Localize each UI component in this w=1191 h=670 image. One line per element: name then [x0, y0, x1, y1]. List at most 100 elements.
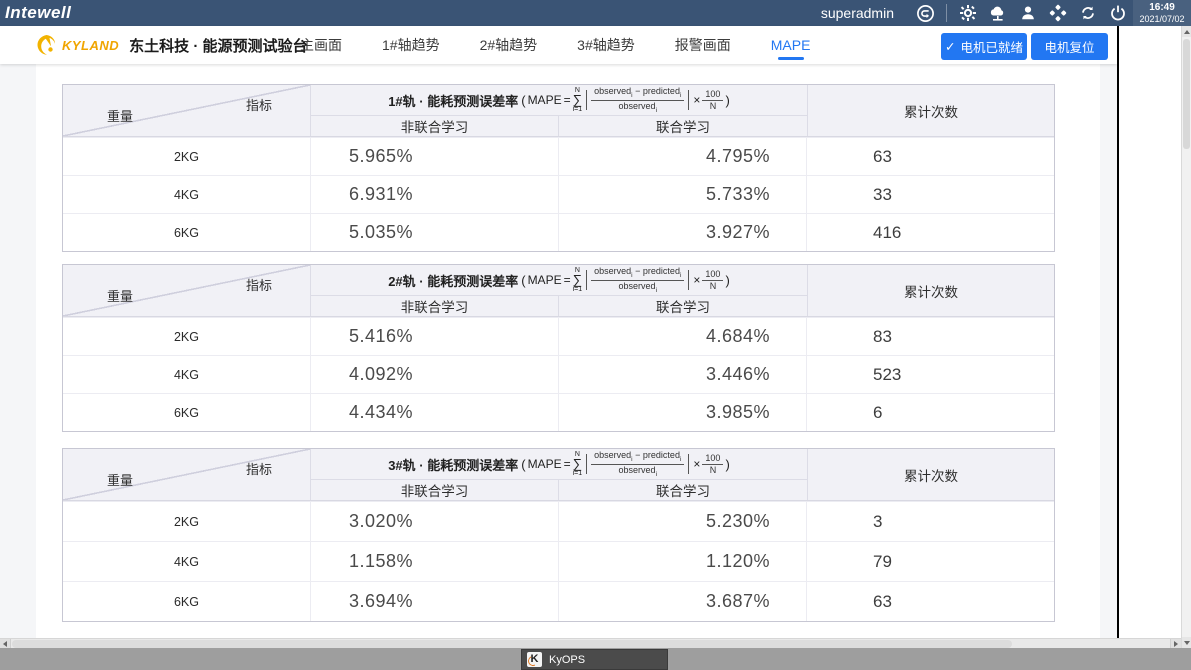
- gear-icon[interactable]: [955, 0, 981, 26]
- table-row: 4KG1.158%1.120%79: [63, 541, 1054, 581]
- mape-table: 指标 重量 1#轨 · 能耗预测误差率 (MAPE=N∑i=1observedi…: [62, 84, 1055, 252]
- sync-icon[interactable]: [1075, 0, 1101, 26]
- weight-cell: 6KG: [63, 394, 311, 431]
- main-nav: 主画面 1#轴趋势 2#轴趋势 3#轴趋势 报警画面 MAPE: [300, 26, 810, 64]
- mape-table: 指标 重量 2#轨 · 能耗预测误差率 (MAPE=N∑i=1observedi…: [62, 264, 1055, 432]
- nav-axis3-trend[interactable]: 3#轴趋势: [577, 26, 635, 64]
- os-top-bar: Intewell superadmin 16:49 2021/07/02: [0, 0, 1191, 26]
- table-body: 2KG5.965%4.795%634KG6.931%5.733%336KG5.0…: [63, 137, 1054, 251]
- weight-cell: 2KG: [63, 138, 311, 175]
- motor-ready-label: 电机已就绪: [960, 37, 1023, 56]
- nav-alarm-screen[interactable]: 报警画面: [675, 26, 731, 64]
- mape-formula: (MAPE=N∑i=1observedi − predictediobserve…: [521, 450, 730, 478]
- non-federated-value: 5.035%: [311, 214, 559, 251]
- window-right-border: [1117, 26, 1119, 638]
- rail-metric-title: 3#轨 · 能耗预测误差率: [388, 455, 518, 474]
- federated-value: 1.120%: [559, 542, 807, 581]
- nav-mape[interactable]: MAPE: [771, 26, 811, 64]
- metric-title-row: 3#轨 · 能耗预测误差率 (MAPE=N∑i=1observedi − pre…: [311, 449, 807, 480]
- kyland-logo: KYLAND 东土科技 · 能源预测试验台: [34, 26, 308, 64]
- vertical-scrollbar[interactable]: [1181, 26, 1191, 648]
- vertical-scrollbar-thumb[interactable]: [1183, 39, 1190, 149]
- federated-value: 4.684%: [559, 318, 807, 355]
- clock: 16:49 2021/07/02: [1133, 0, 1191, 26]
- kyland-wordmark: KYLAND: [62, 38, 119, 53]
- cumulative-count-value: 3: [807, 502, 1054, 541]
- mape-table: 指标 重量 3#轨 · 能耗预测误差率 (MAPE=N∑i=1observedi…: [62, 448, 1055, 622]
- user-icon[interactable]: [1015, 0, 1041, 26]
- weight-cell: 4KG: [63, 542, 311, 581]
- weight-cell: 2KG: [63, 502, 311, 541]
- table-row: 2KG5.965%4.795%63: [63, 137, 1054, 175]
- cumulative-count-value: 33: [807, 176, 1054, 213]
- motor-ready-button[interactable]: ✓ 电机已就绪: [941, 33, 1027, 60]
- metric-title-row: 2#轨 · 能耗预测误差率 (MAPE=N∑i=1observedi − pre…: [311, 265, 807, 296]
- icon-divider: [946, 4, 947, 22]
- back-circle-icon[interactable]: [912, 0, 938, 26]
- federated-value: 3.927%: [559, 214, 807, 251]
- weight-cell: 2KG: [63, 318, 311, 355]
- federated-value: 5.230%: [559, 502, 807, 541]
- kyops-task-label: KyOPS: [549, 654, 585, 666]
- horizontal-scrollbar[interactable]: [0, 638, 1181, 648]
- col-header-federated: 联合学习: [559, 296, 807, 316]
- kyops-icon: K: [527, 652, 542, 667]
- motor-reset-label: 电机复位: [1044, 37, 1094, 56]
- federated-value: 4.795%: [559, 138, 807, 175]
- table-row: 4KG4.092%3.446%523: [63, 355, 1054, 393]
- table-header: 指标 重量 1#轨 · 能耗预测误差率 (MAPE=N∑i=1observedi…: [63, 85, 1054, 137]
- nav-main-screen[interactable]: 主画面: [300, 26, 342, 64]
- non-federated-value: 5.965%: [311, 138, 559, 175]
- table-header: 指标 重量 2#轨 · 能耗预测误差率 (MAPE=N∑i=1observedi…: [63, 265, 1054, 317]
- logged-in-user[interactable]: superadmin: [821, 5, 894, 21]
- kyops-task-button[interactable]: K KyOPS: [521, 649, 668, 670]
- corner-cell: 指标 重量: [63, 85, 311, 136]
- corner-label-weight: 重量: [107, 470, 133, 489]
- app-header: KYLAND 东土科技 · 能源预测试验台 主画面 1#轴趋势 2#轴趋势 3#…: [0, 26, 1117, 64]
- col-header-federated: 联合学习: [559, 480, 807, 500]
- col-header-federated: 联合学习: [559, 116, 807, 136]
- weight-cell: 4KG: [63, 356, 311, 393]
- cumulative-count-value: 79: [807, 542, 1054, 581]
- rail-metric-title: 2#轨 · 能耗预测误差率: [388, 271, 518, 290]
- non-federated-value: 3.694%: [311, 582, 559, 621]
- metric-header-group: 1#轨 · 能耗预测误差率 (MAPE=N∑i=1observedi − pre…: [311, 85, 807, 136]
- col-header-non-federated: 非联合学习: [311, 296, 559, 316]
- corner-label-indicator: 指标: [246, 275, 272, 294]
- scroll-up-arrow-icon[interactable]: [1182, 26, 1191, 37]
- non-federated-value: 4.092%: [311, 356, 559, 393]
- federated-value: 3.446%: [559, 356, 807, 393]
- apps-icon[interactable]: [1045, 0, 1071, 26]
- power-icon[interactable]: [1105, 0, 1131, 26]
- col-header-cumulative-count: 累计次数: [807, 265, 1054, 316]
- date-text: 2021/07/02: [1139, 14, 1184, 24]
- learning-subheader-row: 非联合学习 联合学习: [311, 116, 807, 136]
- non-federated-value: 3.020%: [311, 502, 559, 541]
- federated-value: 3.985%: [559, 394, 807, 431]
- cumulative-count-value: 63: [807, 138, 1054, 175]
- cumulative-count-value: 83: [807, 318, 1054, 355]
- os-icon-tray: [910, 0, 1133, 26]
- corner-label-indicator: 指标: [246, 95, 272, 114]
- mape-formula: (MAPE=N∑i=1observedi − predictediobserve…: [521, 86, 730, 114]
- weight-cell: 6KG: [63, 582, 311, 621]
- horizontal-scrollbar-thumb[interactable]: [12, 640, 1012, 648]
- motor-reset-button[interactable]: 电机复位: [1031, 33, 1108, 60]
- table-row: 4KG6.931%5.733%33: [63, 175, 1054, 213]
- weight-cell: 6KG: [63, 214, 311, 251]
- scroll-down-arrow-icon[interactable]: [1182, 637, 1191, 648]
- nav-axis2-trend[interactable]: 2#轴趋势: [480, 26, 538, 64]
- table-header: 指标 重量 3#轨 · 能耗预测误差率 (MAPE=N∑i=1observedi…: [63, 449, 1054, 501]
- cloud-icon[interactable]: [985, 0, 1011, 26]
- col-header-cumulative-count: 累计次数: [807, 449, 1054, 500]
- non-federated-value: 6.931%: [311, 176, 559, 213]
- weight-cell: 4KG: [63, 176, 311, 213]
- corner-label-indicator: 指标: [246, 459, 272, 478]
- table-row: 6KG4.434%3.985%6: [63, 393, 1054, 431]
- col-header-cumulative-count: 累计次数: [807, 85, 1054, 136]
- cumulative-count-value: 416: [807, 214, 1054, 251]
- nav-axis1-trend[interactable]: 1#轴趋势: [382, 26, 440, 64]
- app-title: 东土科技 · 能源预测试验台: [129, 35, 307, 56]
- federated-value: 5.733%: [559, 176, 807, 213]
- metric-title-row: 1#轨 · 能耗预测误差率 (MAPE=N∑i=1observedi − pre…: [311, 85, 807, 116]
